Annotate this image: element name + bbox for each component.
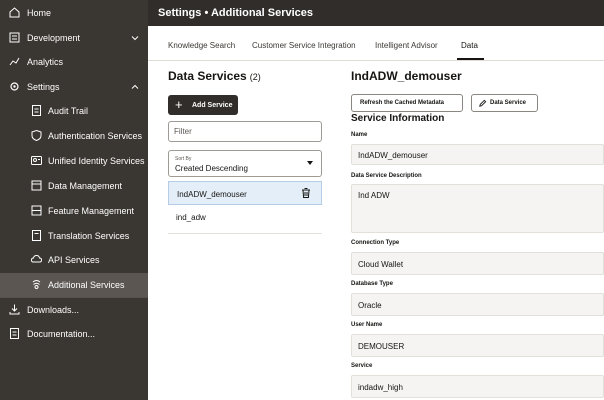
sidebar-item-label: Development <box>27 33 81 43</box>
tabs-divider <box>148 60 604 61</box>
audit-trail-icon <box>32 105 41 116</box>
data-services-title: Data Services <box>168 69 247 83</box>
trash-icon[interactable] <box>300 187 312 199</box>
field-label-service: Service <box>351 363 373 369</box>
additional-services-icon <box>32 280 41 289</box>
service-value: indadw_high <box>358 383 403 392</box>
add-service-label: Add Service <box>192 102 233 109</box>
sidebar-item-additional-services[interactable]: Additional Services <box>0 273 148 297</box>
sidebar-item-label: Feature Management <box>48 206 135 216</box>
data-service-name: IndADW_demouser <box>177 190 247 199</box>
development-icon <box>9 32 20 43</box>
sidebar-item-authentication-services[interactable]: Authentication Services <box>0 124 148 148</box>
refresh-metadata-button[interactable]: Refresh the Cached Metadata <box>351 94 463 112</box>
api-icon <box>30 254 43 263</box>
filter-input[interactable] <box>168 121 322 142</box>
name-value: IndADW_demouser <box>358 151 428 160</box>
sidebar-item-home[interactable]: Home <box>0 1 148 25</box>
plus-icon: + <box>175 97 183 112</box>
sidebar-item-label: Translation Services <box>48 231 130 241</box>
settings-icon <box>10 82 19 91</box>
documentation-icon <box>10 328 19 339</box>
sidebar-item-label: Data Management <box>48 181 123 191</box>
name-field[interactable]: IndADW_demouser <box>351 144 604 165</box>
sort-by-value: Created Descending <box>175 164 248 173</box>
data-service-name: ind_adw <box>176 213 206 222</box>
add-service-button[interactable]: + Add Service <box>168 95 238 115</box>
sidebar-item-label: API Services <box>48 255 100 265</box>
download-icon <box>9 304 20 315</box>
caret-down-icon <box>307 161 313 165</box>
field-label-connection-type: Connection Type <box>351 240 400 246</box>
sidebar-item-audit-trail[interactable]: Audit Trail <box>0 99 148 123</box>
chevron-down-icon[interactable] <box>130 33 140 43</box>
feature-management-icon <box>31 205 42 216</box>
tab-intelligent-advisor[interactable]: Intelligent Advisor <box>375 41 438 50</box>
list-item[interactable]: ind_adw <box>168 205 322 229</box>
description-field[interactable]: Ind ADW <box>351 184 604 233</box>
sidebar-item-data-management[interactable]: Data Management <box>0 174 148 198</box>
sort-by-label: Sort By <box>175 156 192 162</box>
sidebar-item-downloads[interactable]: Downloads... <box>0 298 148 322</box>
list-divider <box>168 233 322 234</box>
data-services-count: (2) <box>249 72 261 82</box>
tab-data[interactable]: Data <box>461 41 478 50</box>
analytics-icon <box>9 57 20 66</box>
data-services-heading: Data Services (2) <box>168 69 261 83</box>
description-value: Ind ADW <box>358 191 390 200</box>
user-name-field[interactable]: DEMOUSER <box>351 334 604 357</box>
tab-customer-service-integration[interactable]: Customer Service Integration <box>252 41 356 50</box>
user-name-value: DEMOUSER <box>358 342 405 351</box>
sort-by-select[interactable]: Sort By Created Descending <box>168 150 322 177</box>
sidebar: Home Development Analytics Settings Audi… <box>0 0 148 400</box>
sidebar-item-unified-identity-services[interactable]: Unified Identity Services <box>0 149 148 173</box>
field-label-database-type: Database Type <box>351 281 393 287</box>
detail-title: IndADW_demouser <box>351 69 462 83</box>
sidebar-item-development[interactable]: Development <box>0 26 148 50</box>
database-type-field: Oracle <box>351 293 604 316</box>
chevron-up-icon[interactable] <box>130 82 140 92</box>
field-label-name: Name <box>351 132 368 138</box>
sidebar-item-label: Home <box>27 8 52 18</box>
sidebar-item-label: Settings <box>27 82 60 92</box>
field-label-user-name: User Name <box>351 322 383 328</box>
shield-icon <box>31 129 42 142</box>
sidebar-item-label: Audit Trail <box>48 106 89 116</box>
list-item[interactable]: IndADW_demouser <box>168 181 322 205</box>
edit-pencil-icon <box>479 99 487 107</box>
sidebar-item-documentation[interactable]: Documentation... <box>0 322 148 346</box>
data-management-icon <box>31 180 42 191</box>
connection-type-value: Cloud Wallet <box>358 260 404 269</box>
translation-icon <box>32 230 41 241</box>
sidebar-item-label: Additional Services <box>48 280 125 290</box>
database-type-value: Oracle <box>358 301 382 310</box>
edit-data-service-button[interactable]: Data Service <box>471 94 538 112</box>
sidebar-item-label: Analytics <box>27 57 64 67</box>
sidebar-item-api-services[interactable]: API Services <box>0 248 148 272</box>
sidebar-item-analytics[interactable]: Analytics <box>0 50 148 74</box>
service-field[interactable]: indadw_high <box>351 375 604 398</box>
sidebar-item-label: Downloads... <box>27 305 80 315</box>
sidebar-item-settings[interactable]: Settings <box>0 75 148 99</box>
sidebar-item-label: Authentication Services <box>48 131 143 141</box>
page-title: Settings • Additional Services <box>158 7 314 19</box>
field-label-description: Data Service Description <box>351 173 422 179</box>
sidebar-item-translation-services[interactable]: Translation Services <box>0 224 148 248</box>
tab-knowledge-search[interactable]: Knowledge Search <box>168 41 235 50</box>
sidebar-item-label: Documentation... <box>27 329 96 339</box>
section-title: Service Information <box>351 113 445 124</box>
identity-icon <box>31 156 42 165</box>
page-header: Settings • Additional Services <box>148 0 604 26</box>
refresh-metadata-label: Refresh the Cached Metadata <box>360 100 445 106</box>
sidebar-item-label: Unified Identity Services <box>48 156 145 166</box>
connection-type-field: Cloud Wallet <box>351 252 604 275</box>
edit-data-service-label: Data Service <box>490 100 527 106</box>
sidebar-item-feature-management[interactable]: Feature Management <box>0 199 148 223</box>
home-icon <box>9 7 20 18</box>
